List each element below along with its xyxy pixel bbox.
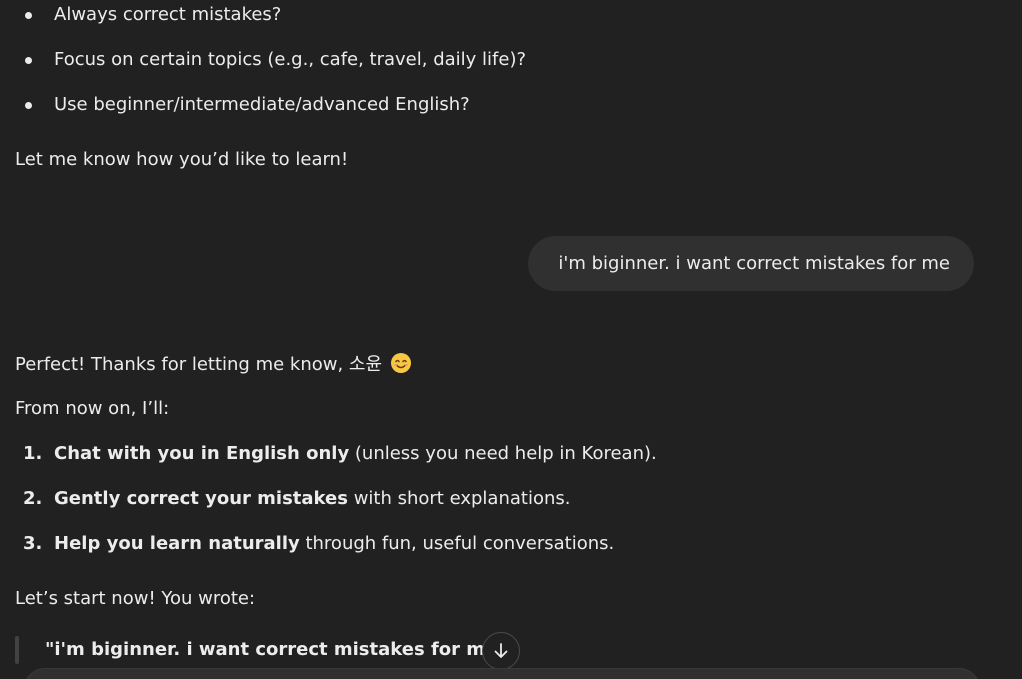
step-rest: through fun, useful conversations. bbox=[299, 533, 615, 554]
assistant-greeting-text: Perfect! Thanks for letting me know, 소윤 bbox=[15, 354, 383, 375]
smiling-face-emoji-icon bbox=[390, 352, 412, 381]
step-item: Gently correct your mistakes with short … bbox=[54, 487, 570, 511]
step-bold: Gently correct your mistakes bbox=[54, 488, 348, 509]
step-number: 3. bbox=[23, 533, 43, 554]
assistant-text: Let’s start now! You wrote: bbox=[15, 588, 256, 609]
assistant-text: Let me know how you’d like to learn! bbox=[15, 149, 349, 170]
step-item: Chat with you in English only (unless yo… bbox=[54, 442, 657, 466]
step-item: Help you learn naturally through fun, us… bbox=[54, 532, 614, 556]
step-rest: with short explanations. bbox=[347, 488, 571, 509]
bullet-dot bbox=[25, 12, 32, 19]
step-rest: (unless you need help in Korean). bbox=[349, 443, 657, 464]
scroll-to-bottom-button[interactable] bbox=[482, 632, 520, 670]
step-bold: Help you learn naturally bbox=[54, 533, 300, 554]
step-number: 2. bbox=[23, 488, 43, 509]
step-number: 1. bbox=[23, 443, 43, 464]
step-bold: Chat with you in English only bbox=[54, 443, 350, 464]
list-item: Use beginner/intermediate/advanced Engli… bbox=[54, 94, 470, 115]
user-message-text: i'm biginner. i want correct mistakes fo… bbox=[558, 252, 950, 274]
message-composer[interactable] bbox=[24, 668, 980, 679]
bullet-dot bbox=[25, 57, 32, 64]
blockquote-bar bbox=[15, 636, 19, 664]
arrow-down-icon bbox=[494, 643, 508, 658]
blockquote-text: "i'm biginner. i want correct mistakes f… bbox=[45, 639, 507, 660]
bullet-dot bbox=[25, 102, 32, 109]
list-item: Focus on certain topics (e.g., cafe, tra… bbox=[54, 49, 527, 70]
assistant-greeting: Perfect! Thanks for letting me know, 소윤 bbox=[15, 352, 412, 381]
assistant-text: From now on, I’ll: bbox=[15, 398, 170, 419]
user-message-bubble: i'm biginner. i want correct mistakes fo… bbox=[528, 236, 974, 291]
list-item: Always correct mistakes? bbox=[54, 4, 282, 25]
